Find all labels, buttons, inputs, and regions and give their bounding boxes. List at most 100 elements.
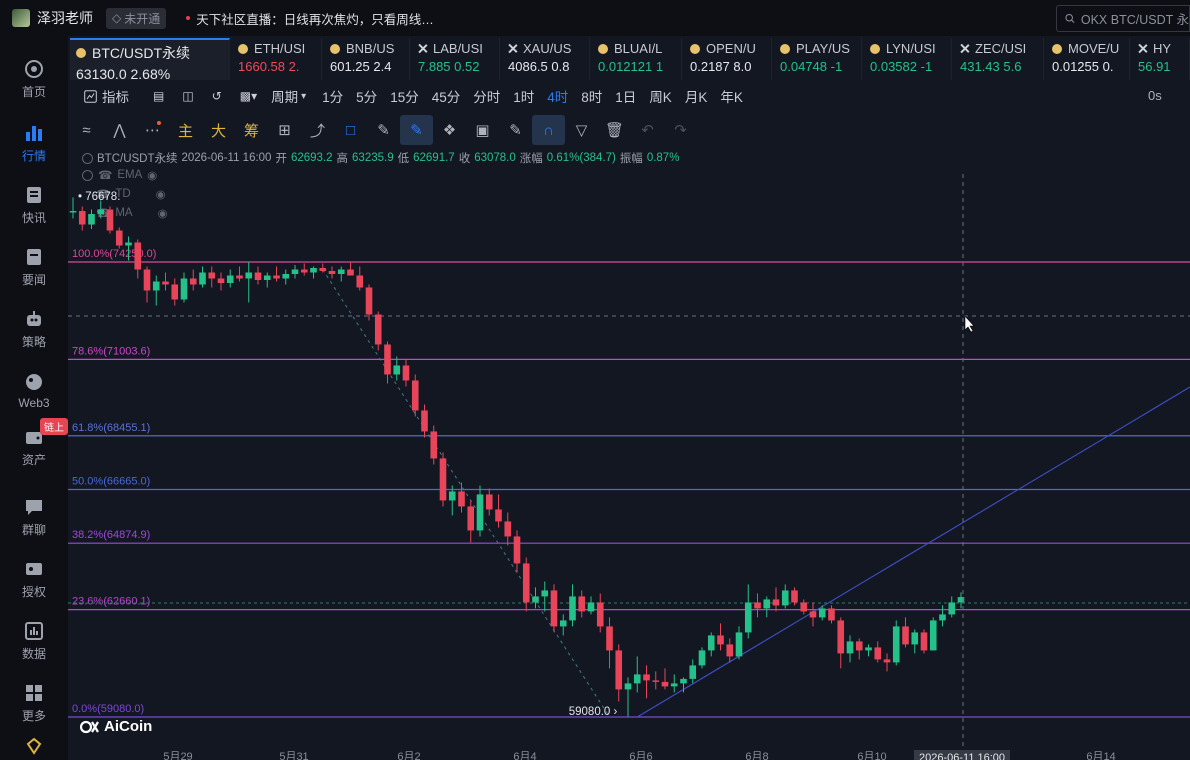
sidebar-item-5[interactable]: Web3 <box>0 371 68 410</box>
sidebar-item-4[interactable]: 策略 <box>0 308 68 350</box>
indicator-icon <box>84 89 97 103</box>
user-profile[interactable]: 泽羽老师 ◇ 未开通 <box>0 7 167 29</box>
sidebar-item-8[interactable]: 授权 <box>0 558 68 600</box>
ticker-change: 0.52 <box>450 59 480 74</box>
candle-body <box>115 230 123 246</box>
ohlc-time: 2026-06-11 16:00 <box>181 152 272 164</box>
ticker-tab-8[interactable]: LYN/USI 0.03582 -1 <box>862 38 952 80</box>
ticker-tab-2[interactable]: BNB/US 601.25 2.4 <box>322 38 410 80</box>
candle-body <box>707 635 715 651</box>
magnet-icon[interactable]: ∩ <box>532 115 565 145</box>
ticker-tab-6[interactable]: OPEN/U 0.2187 8.0 <box>682 38 772 80</box>
sidebar-item-0[interactable]: 首页 <box>0 58 68 100</box>
ticker-name: ETH/USI <box>254 41 306 56</box>
ticker-tab-10[interactable]: MOVE/U 0.01255 0. <box>1044 38 1130 80</box>
timeframe-8[interactable]: 1日 <box>615 86 636 106</box>
candle-body <box>69 211 77 213</box>
ticker-name: LYN/USI <box>886 41 936 56</box>
compare-icon[interactable]: ⊞ <box>268 115 301 145</box>
candle-body <box>883 659 891 663</box>
template-icon[interactable]: ▤ <box>153 89 164 103</box>
mouse-cursor-icon <box>964 315 975 333</box>
sidebar-item-9[interactable]: 数据 <box>0 620 68 662</box>
time-axis: 5月29 5月31 6月2 6月4 6月6 6月8 6月10 6月14 <box>68 748 1190 760</box>
ticker-tab-11[interactable]: HY 56.91 <box>1130 38 1190 80</box>
sidebar-item-label: Web3 <box>18 396 50 410</box>
x-tick-label: 6月2 <box>397 751 421 760</box>
sidebar-item-10[interactable]: 更多 <box>0 682 68 724</box>
ticker-tab-1[interactable]: ETH/USI 1660.58 2. <box>230 38 322 80</box>
timeframe-2[interactable]: 15分 <box>390 86 419 106</box>
timeframe-0[interactable]: 1分 <box>322 86 343 106</box>
sidebar-item-6[interactable]: 资产 链上 <box>0 418 68 468</box>
sidebar-item-label: 要闻 <box>21 273 46 287</box>
undo-icon[interactable]: ↶ <box>631 115 664 145</box>
candle-body <box>226 275 234 283</box>
timeframe-10[interactable]: 月K <box>685 86 708 106</box>
web3-icon <box>26 374 42 390</box>
sidebar-item-11[interactable]: VIP <box>0 736 68 760</box>
candle-body <box>559 620 567 627</box>
ruler-icon[interactable]: ≈ <box>70 115 103 145</box>
timeframe-7[interactable]: 8时 <box>581 86 602 106</box>
price-chart[interactable]: 100.0%(74250.0) 78.6%(71003.6) 61.8%(68455… <box>68 170 1190 748</box>
sidebar-item-label: 快讯 <box>21 211 46 225</box>
indicator-button[interactable]: 指标 <box>70 86 129 106</box>
sidebar-item-7[interactable]: 群聊 <box>0 496 68 538</box>
candle-body <box>643 674 650 681</box>
candle-body <box>717 635 724 645</box>
sidebar-item-1[interactable]: 行情 <box>0 122 68 164</box>
symbol-search-input[interactable]: OKX BTC/USDT 永 <box>1056 5 1190 32</box>
line-tool-icon[interactable]: ⤴ <box>301 115 334 145</box>
trend-line <box>636 386 1190 718</box>
ticker-tab-9[interactable]: ZEC/USI 431.43 5.6 <box>952 38 1044 80</box>
ticker-tab-4[interactable]: XAU/US 4086.5 0.8 <box>500 38 590 80</box>
candle-body <box>134 242 142 270</box>
candle-body <box>837 620 845 654</box>
trash-icon[interactable]: 🗑 <box>598 115 631 145</box>
coin-icon <box>598 43 608 54</box>
candle-body <box>337 269 345 274</box>
collapse-icon[interactable] <box>82 152 93 164</box>
edit-icon[interactable]: ✎ <box>499 115 532 145</box>
ticker-price: 601.25 <box>330 59 370 74</box>
timeframe-3[interactable]: 45分 <box>432 86 461 106</box>
vip-status-badge[interactable]: ◇ 未开通 <box>106 7 167 29</box>
main-chart-button[interactable]: 主 <box>169 115 202 145</box>
brush-icon[interactable]: ✎ <box>400 115 433 145</box>
timeframe-9[interactable]: 周K <box>649 86 672 106</box>
large-order-button[interactable]: 大 <box>202 115 235 145</box>
layout-icon[interactable]: ◫ <box>182 89 193 103</box>
live-broadcast-link[interactable]: 天下社区直播：日线再次焦灼，只看周线… <box>186 9 434 28</box>
candle-body <box>550 590 558 627</box>
candle-body <box>670 683 678 687</box>
lock-icon[interactable]: ▣ <box>466 115 499 145</box>
timeframe-11[interactable]: 年K <box>720 86 743 106</box>
avatar[interactable] <box>12 9 30 27</box>
ticker-tab-7[interactable]: PLAY/US 0.04748 -1 <box>772 38 862 80</box>
ticker-tab-3[interactable]: LAB/USI 7.885 0.52 <box>410 38 500 80</box>
timeframe-4[interactable]: 分时 <box>473 86 500 106</box>
trend-indicator-icon[interactable]: ⋀ <box>103 115 136 145</box>
more-icon[interactable]: ⋯ <box>136 115 169 145</box>
ticker-name: XAU/US <box>523 41 572 56</box>
period-dropdown[interactable]: 周期 ▾ <box>271 86 306 106</box>
chip-distribution-button[interactable]: 筹 <box>235 115 268 145</box>
replay-icon[interactable]: ↺ <box>212 89 222 103</box>
ticker-tab-5[interactable]: BLUAI/L 0.012121 1 <box>590 38 682 80</box>
redo-icon[interactable]: ↷ <box>664 115 697 145</box>
timeframe-6[interactable]: 4时 <box>547 86 568 106</box>
timeframe-1[interactable]: 5分 <box>356 86 377 106</box>
filter-icon[interactable]: ▽ <box>565 115 598 145</box>
candle-body <box>430 431 438 459</box>
ticker-change: 0. <box>1099 59 1114 74</box>
ticker-tab-0[interactable]: BTC/USDT永续 63130.0 2.68% <box>70 38 230 80</box>
candle-body <box>495 509 502 522</box>
sidebar-item-3[interactable]: 要闻 <box>0 246 68 288</box>
candle-type-icon[interactable]: ▩▾ <box>240 89 257 103</box>
pen-icon[interactable]: ✎ <box>367 115 400 145</box>
sidebar-item-2[interactable]: 快讯 <box>0 184 68 226</box>
select-icon[interactable]: □ <box>334 115 367 145</box>
measure-icon[interactable]: ❖ <box>433 115 466 145</box>
timeframe-5[interactable]: 1时 <box>513 86 534 106</box>
